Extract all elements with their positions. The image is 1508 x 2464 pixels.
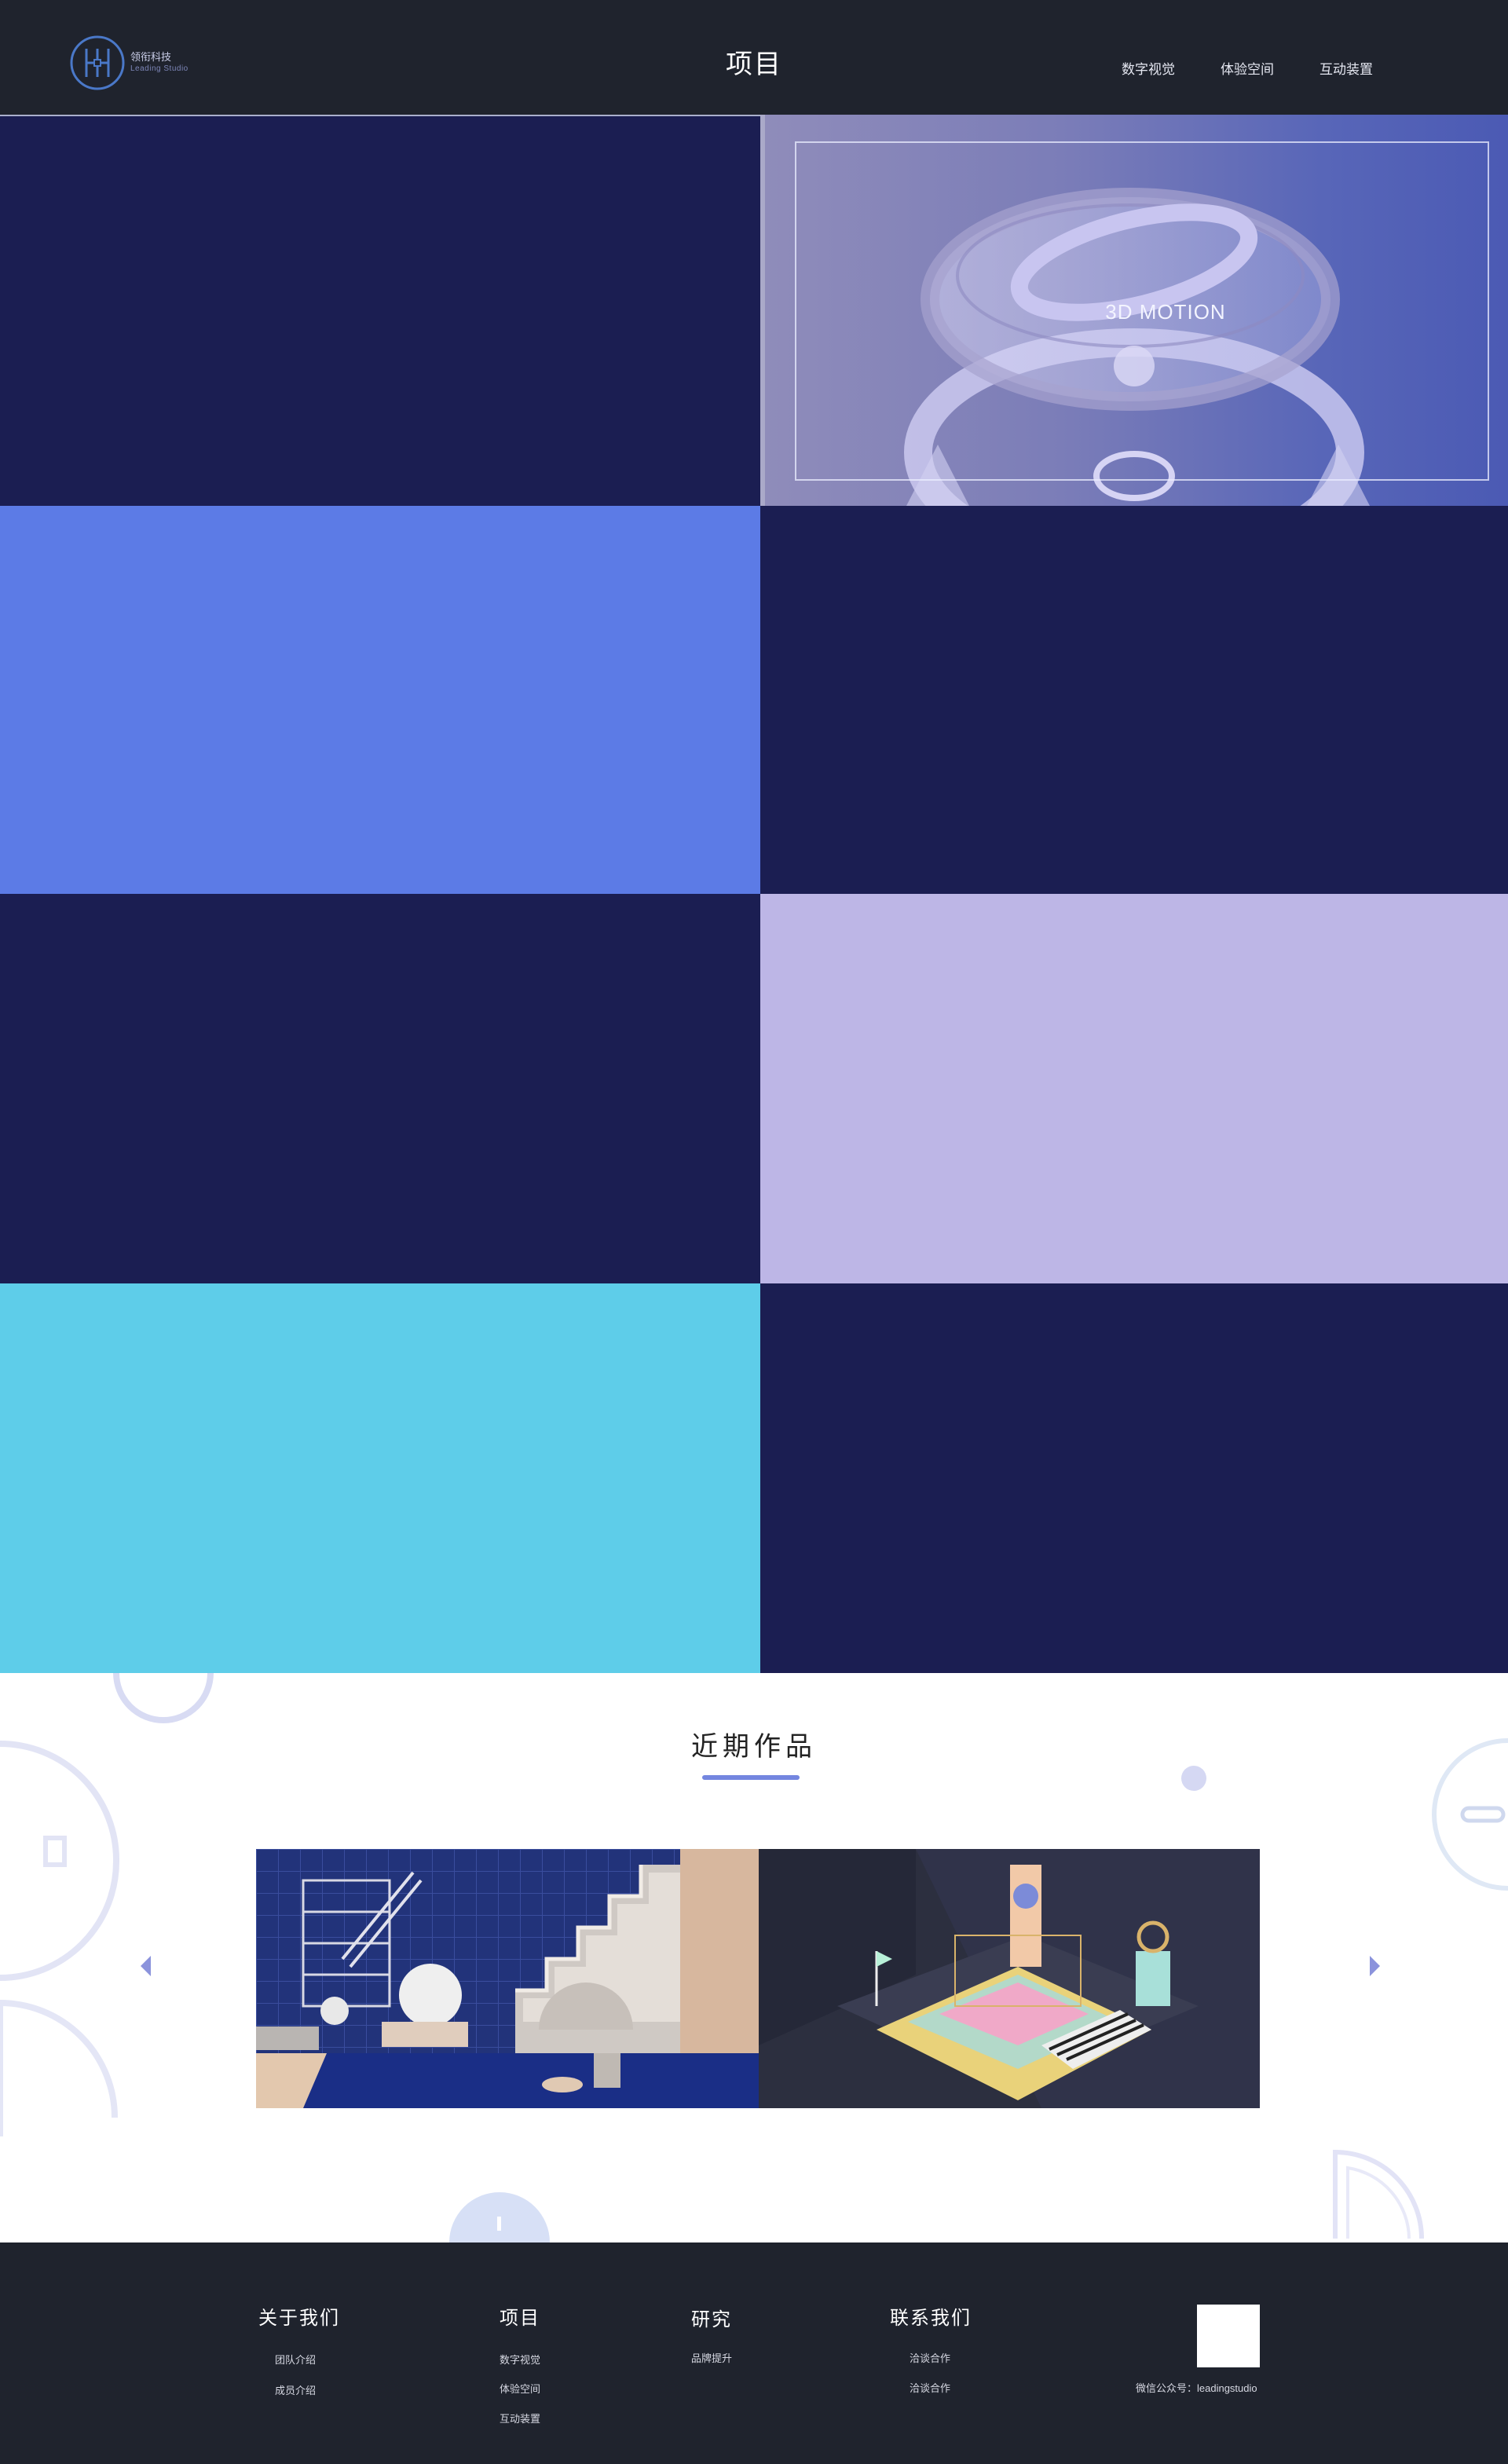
footer-link-members[interactable]: 成员介绍	[275, 2382, 316, 2397]
carousel-next-arrow-icon[interactable]	[1367, 1954, 1382, 1978]
project-tile-3[interactable]	[0, 506, 760, 894]
logo-text-cn: 领衔科技	[130, 51, 172, 63]
site-footer: 关于我们 团队介绍 成员介绍 项目 数字视觉 体验空间 互动装置 研究 品牌提升…	[0, 2242, 1508, 2464]
footer-link-cooperation-2[interactable]: 洽谈合作	[910, 2380, 950, 2395]
project-tile-3d-motion[interactable]: 3D MOTION	[760, 115, 1508, 506]
wechat-qr-code	[1197, 2305, 1260, 2367]
work-card-isometric[interactable]	[759, 1849, 1260, 2108]
nav-interactive-installation[interactable]: 互动装置	[1320, 58, 1373, 78]
footer-link-team[interactable]: 团队介绍	[275, 2352, 316, 2367]
project-tile-7[interactable]	[0, 1283, 760, 1673]
work-card-staircase[interactable]	[256, 1849, 759, 2108]
isometric-scene-image	[759, 1849, 1260, 2108]
staircase-render-image	[256, 1849, 759, 2108]
footer-link-digital-vision[interactable]: 数字视觉	[500, 2352, 540, 2367]
page-title: 项目	[726, 49, 782, 79]
footer-link-brand[interactable]: 品牌提升	[691, 2350, 732, 2365]
footer-heading-about: 关于我们	[258, 2308, 340, 2329]
motion-label: 3D MOTION	[1105, 300, 1226, 324]
nav-digital-vision[interactable]: 数字视觉	[1122, 58, 1175, 78]
project-tile-6[interactable]	[760, 894, 1508, 1283]
carousel-prev-arrow-icon[interactable]	[138, 1954, 154, 1978]
recent-works-title: 近期作品	[691, 1732, 817, 1762]
recent-works-underline	[702, 1775, 800, 1780]
footer-link-interactive-installation[interactable]: 互动装置	[500, 2411, 540, 2426]
nav-experience-space[interactable]: 体验空间	[1221, 58, 1274, 78]
footer-heading-research: 研究	[691, 2309, 732, 2330]
wechat-account-text: 微信公众号：leadingstudio	[1136, 2382, 1257, 2394]
project-tile-8[interactable]	[760, 1283, 1508, 1673]
project-tile-1[interactable]	[0, 115, 760, 506]
footer-link-experience-space[interactable]: 体验空间	[500, 2381, 540, 2396]
site-header: 领衔科技 Leading Studio 项目 数字视觉 体验空间 互动装置	[0, 0, 1508, 115]
footer-link-cooperation-1[interactable]: 洽谈合作	[910, 2350, 950, 2365]
project-tile-4[interactable]	[760, 506, 1508, 894]
project-tile-5[interactable]	[0, 894, 760, 1283]
logo-text-en: Leading Studio	[130, 64, 188, 73]
footer-heading-projects: 项目	[500, 2308, 540, 2329]
footer-heading-contact: 联系我们	[890, 2308, 972, 2329]
